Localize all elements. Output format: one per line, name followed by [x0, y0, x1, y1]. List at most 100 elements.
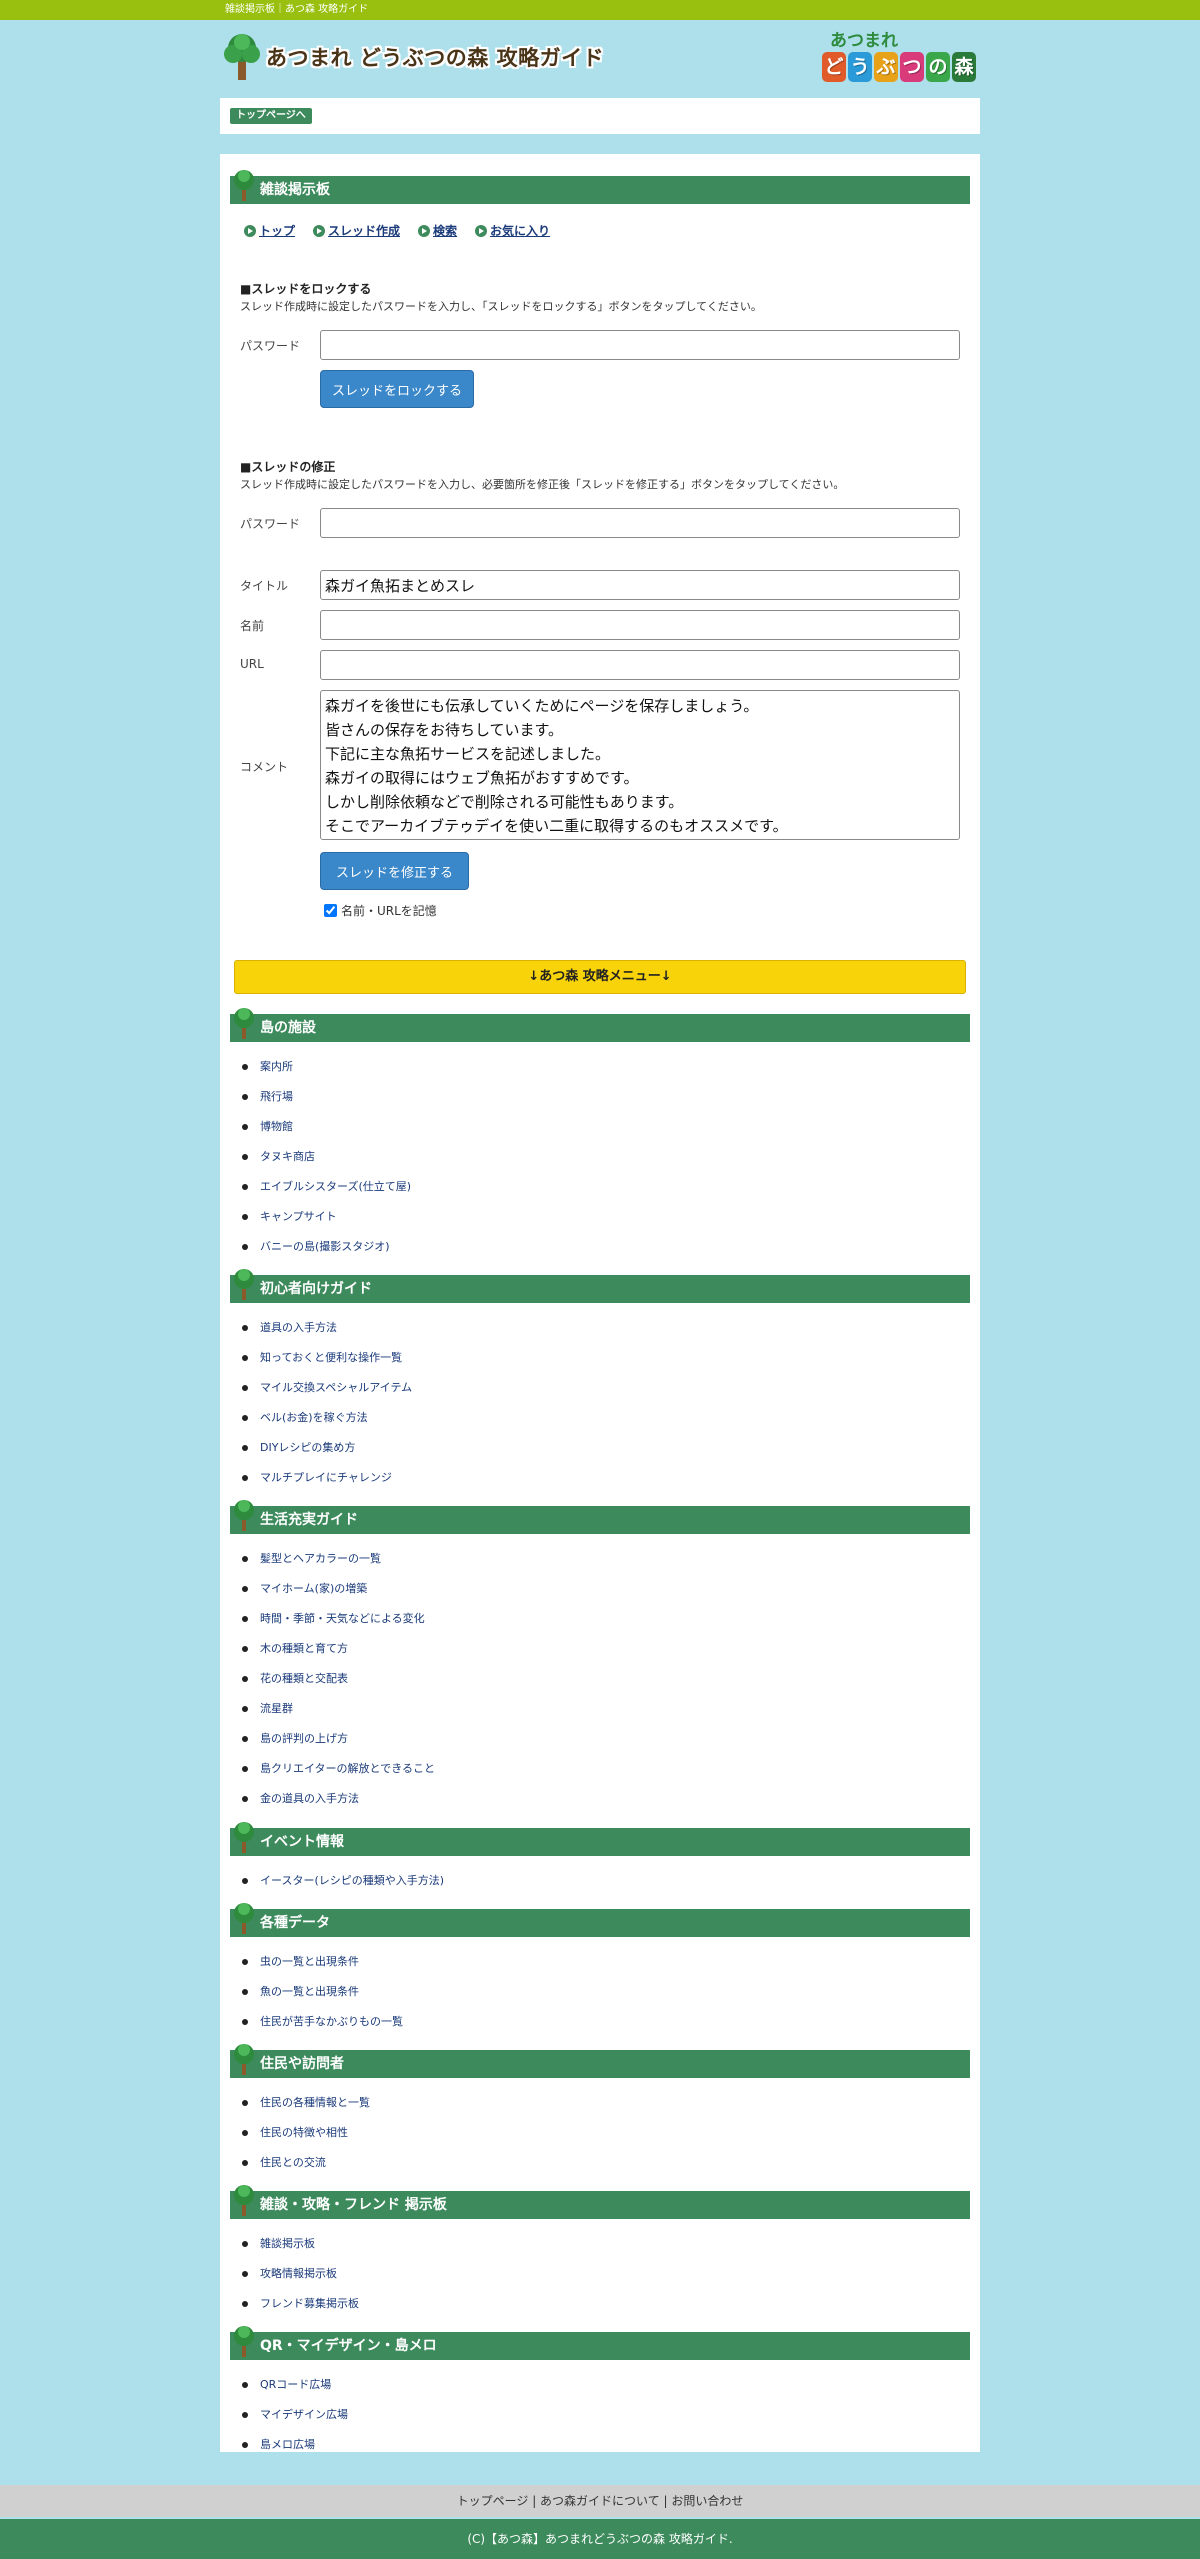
- menu-link[interactable]: マイホーム(家)の増築: [240, 1574, 435, 1604]
- section-title: 住民や訪問者: [260, 2056, 344, 2072]
- board-header: 雑談掲示板: [230, 170, 970, 204]
- title-input[interactable]: [320, 570, 960, 600]
- menu-link[interactable]: 髪型とヘアカラーの一覧: [240, 1544, 435, 1574]
- board-nav: トップ スレッド作成 検索 お気に入り: [244, 222, 550, 239]
- nav-favorites-link[interactable]: お気に入り: [475, 222, 550, 239]
- menu-link[interactable]: 木の種類と育て方: [240, 1634, 435, 1664]
- section-title: 生活充実ガイド: [260, 1512, 358, 1528]
- menu-link[interactable]: 魚の一覧と出現条件: [240, 1977, 403, 2007]
- section-header: 住民や訪問者: [230, 2044, 970, 2078]
- title-label: タイトル: [240, 579, 289, 593]
- footer-links[interactable]: トップページ | あつ森ガイドについて | お問い合わせ: [0, 2485, 1200, 2517]
- name-input[interactable]: [320, 610, 960, 640]
- lock-password-label: パスワード: [240, 339, 301, 353]
- logo-char: 森: [952, 52, 976, 82]
- lock-thread-button[interactable]: スレッドをロックする: [320, 370, 475, 408]
- menu-link[interactable]: QRコード広場: [240, 2370, 348, 2400]
- menu-link[interactable]: 攻略情報掲示板: [240, 2259, 359, 2289]
- menu-link[interactable]: 博物館: [240, 1112, 411, 1142]
- logo-chars: どうぶつの森: [822, 52, 976, 82]
- menu-link[interactable]: 流星群: [240, 1694, 435, 1724]
- menu-bar: ↓あつ森 攻略メニュー↓: [234, 960, 966, 994]
- tree-icon: [234, 1903, 254, 1934]
- menu-link[interactable]: 雑談掲示板: [240, 2229, 359, 2259]
- remember-label: 名前・URLを記憶: [341, 904, 437, 918]
- menu-link[interactable]: フレンド募集掲示板: [240, 2289, 359, 2319]
- menu-link[interactable]: マイデザイン広場: [240, 2400, 348, 2430]
- nav-top-link[interactable]: トップ: [244, 222, 295, 239]
- menu-link[interactable]: 花の種類と交配表: [240, 1664, 435, 1694]
- game-logo[interactable]: あつまれ どうぶつの森: [822, 26, 980, 88]
- edit-password-input[interactable]: [320, 508, 960, 538]
- menu-link[interactable]: ベル(お金)を稼ぐ方法: [240, 1403, 412, 1433]
- edit-form-title: ■スレッドの修正: [240, 460, 336, 474]
- section-title: イベント情報: [260, 1834, 344, 1850]
- top-bar-text: 雑談掲示板｜あつ森 攻略ガイド: [225, 4, 369, 15]
- tree-icon: [234, 2185, 254, 2216]
- site-title[interactable]: あつまれ どうぶつの森 攻略ガイド: [266, 42, 604, 72]
- logo-char: ど: [822, 52, 846, 82]
- section-header: 初心者向けガイド: [230, 1269, 970, 1303]
- logo-top-text: あつまれ: [830, 31, 898, 51]
- section-list: 雑談掲示板 攻略情報掲示板 フレンド募集掲示板: [240, 2229, 359, 2319]
- url-input[interactable]: [320, 650, 960, 680]
- menu-link[interactable]: 知っておくと便利な操作一覧: [240, 1343, 412, 1373]
- section-title: 雑談・攻略・フレンド 掲示板: [260, 2197, 447, 2213]
- edit-thread-button[interactable]: スレッドを修正する: [320, 852, 470, 890]
- section-list: 住民の各種情報と一覧 住民の特徴や相性 住民との交流: [240, 2088, 370, 2178]
- menu-link[interactable]: 案内所: [240, 1052, 411, 1082]
- breadcrumb: トップページへ: [220, 98, 980, 134]
- tree-icon: [234, 1269, 254, 1300]
- section-header: イベント情報: [230, 1822, 970, 1856]
- menu-link[interactable]: 島の評判の上げ方: [240, 1724, 435, 1754]
- lock-password-input[interactable]: [320, 330, 960, 360]
- menu-link[interactable]: バニーの島(撮影スタジオ): [240, 1232, 411, 1262]
- menu-link[interactable]: 飛行場: [240, 1082, 411, 1112]
- remember-checkbox-row[interactable]: 名前・URLを記憶: [324, 902, 437, 919]
- menu-link[interactable]: マルチプレイにチャレンジ: [240, 1463, 412, 1493]
- menu-link[interactable]: タヌキ商店: [240, 1142, 411, 1172]
- lock-form-title: ■スレッドをロックする: [240, 282, 372, 296]
- menu-link[interactable]: 道具の入手方法: [240, 1313, 412, 1343]
- comment-textarea[interactable]: 森ガイを後世にも伝承していくためにページを保存しましょう。 皆さんの保存をお待ち…: [320, 690, 960, 840]
- section-title: 初心者向けガイド: [260, 1281, 372, 1297]
- tree-icon: [234, 1822, 254, 1853]
- menu-link[interactable]: キャンプサイト: [240, 1202, 411, 1232]
- menu-link[interactable]: DIYレシピの集め方: [240, 1433, 412, 1463]
- menu-link[interactable]: 時間・季節・天気などによる変化: [240, 1604, 435, 1634]
- menu-link[interactable]: 住民の特徴や相性: [240, 2118, 370, 2148]
- menu-link[interactable]: 島メロ広場: [240, 2430, 348, 2460]
- menu-link[interactable]: 住民が苦手なかぶりもの一覧: [240, 2007, 403, 2037]
- menu-link[interactable]: 住民の各種情報と一覧: [240, 2088, 370, 2118]
- tree-icon: [234, 2044, 254, 2075]
- tree-icon: [234, 2326, 254, 2357]
- nav-search-link[interactable]: 検索: [418, 222, 457, 239]
- play-circle-icon: [418, 224, 431, 237]
- section-list: 虫の一覧と出現条件 魚の一覧と出現条件 住民が苦手なかぶりもの一覧: [240, 1947, 403, 2037]
- menu-link[interactable]: 住民との交流: [240, 2148, 370, 2178]
- section-header: 島の施設: [230, 1008, 970, 1042]
- nav-create-thread-link[interactable]: スレッド作成: [313, 222, 400, 239]
- menu-link[interactable]: マイル交換スペシャルアイテム: [240, 1373, 412, 1403]
- edit-password-label: パスワード: [240, 517, 301, 531]
- section-list: イースター(レシピの種類や入手方法): [240, 1866, 444, 1896]
- section-header: 雑談・攻略・フレンド 掲示板: [230, 2185, 970, 2219]
- footer-copyright: (C)【あつ森】あつまれどうぶつの森 攻略ガイド.: [0, 2519, 1200, 2559]
- main-content: 雑談掲示板 トップ スレッド作成 検索 お気に入り ■スレッドをロックする スレ…: [220, 154, 980, 2452]
- top-bar: 雑談掲示板｜あつ森 攻略ガイド: [0, 0, 1200, 20]
- top-page-link[interactable]: トップページへ: [230, 108, 312, 124]
- section-list: 道具の入手方法 知っておくと便利な操作一覧 マイル交換スペシャルアイテム ベル(お金)…: [240, 1313, 412, 1493]
- menu-link[interactable]: イースター(レシピの種類や入手方法): [240, 1866, 444, 1896]
- section-list: 案内所 飛行場 博物館 タヌキ商店 エイブルシスターズ(仕立て屋) キャンプサイト バニーの…: [240, 1052, 411, 1262]
- remember-checkbox[interactable]: [324, 904, 337, 917]
- lock-form-desc: スレッド作成時に設定したパスワードを入力し、「スレッドをロックする」ボタンをタッ…: [240, 300, 762, 313]
- tree-icon: [234, 1008, 254, 1039]
- menu-link[interactable]: 虫の一覧と出現条件: [240, 1947, 403, 1977]
- menu-link[interactable]: エイブルシスターズ(仕立て屋): [240, 1172, 411, 1202]
- tree-icon: [224, 34, 260, 80]
- tree-icon: [234, 170, 254, 201]
- menu-link[interactable]: 金の道具の入手方法: [240, 1784, 435, 1814]
- menu-link[interactable]: 島クリエイターの解放とできること: [240, 1754, 435, 1784]
- url-label: URL: [240, 657, 264, 671]
- section-title: QR・マイデザイン・島メロ: [260, 2338, 437, 2354]
